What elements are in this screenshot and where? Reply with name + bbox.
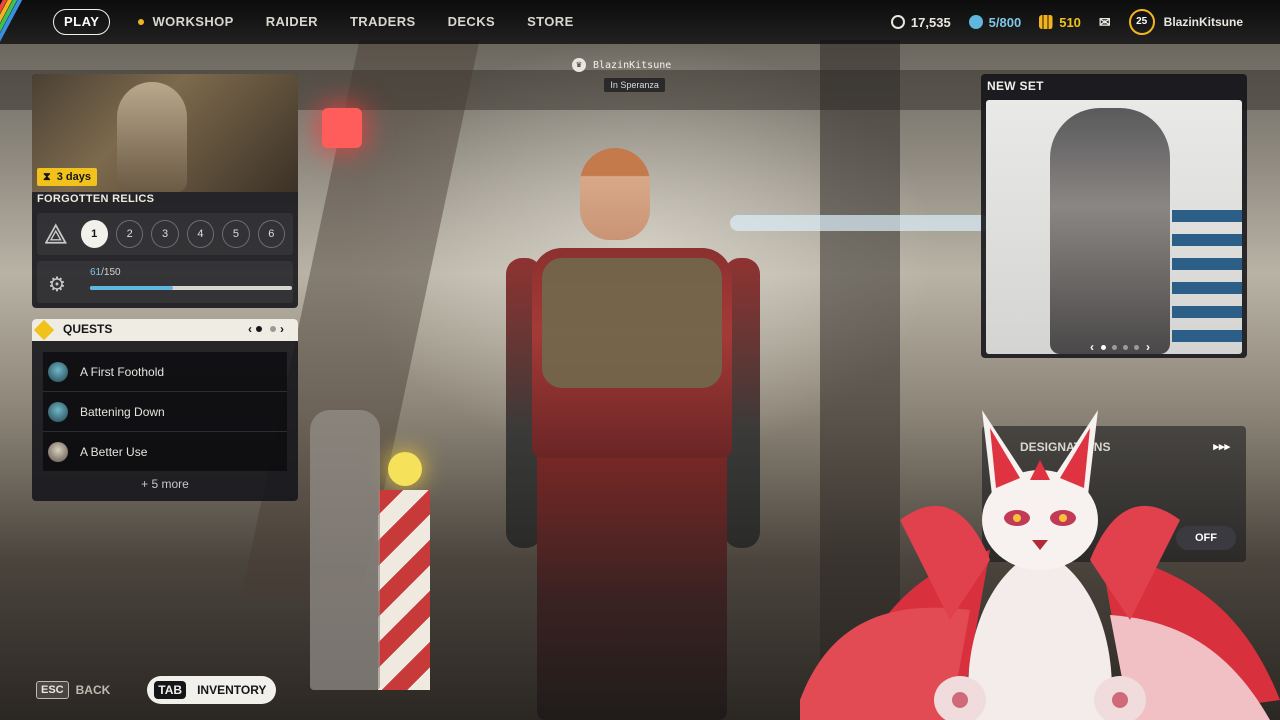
inventory-label: INVENTORY <box>197 683 267 697</box>
chevron-left-icon[interactable]: ‹ <box>1090 340 1094 354</box>
storage-value: 5/800 <box>988 14 1022 30</box>
progress-bar <box>90 286 292 290</box>
hourglass-icon: ⧗ <box>43 171 51 183</box>
timer-unit: days <box>65 171 91 183</box>
player-character <box>492 148 772 720</box>
quest-avatar-icon <box>48 441 68 462</box>
player-tag: ♛ BlazinKitsune In Speranza <box>572 58 671 93</box>
event-title: FORGOTTEN RELICS <box>37 193 155 205</box>
progress-text: 61/150 <box>90 267 121 278</box>
username[interactable]: BlazinKitsune <box>1164 15 1243 29</box>
character-head <box>580 148 650 240</box>
coins-stat[interactable]: 510 <box>1039 15 1081 30</box>
pager-dot-active <box>256 326 262 332</box>
progress-bar-fill <box>90 286 173 290</box>
coins-value: 510 <box>1059 14 1081 30</box>
timer-value: 3 <box>56 171 63 183</box>
inventory-button[interactable]: TAB INVENTORY <box>147 676 277 704</box>
play-button[interactable]: PLAY <box>53 8 111 35</box>
chevron-left-icon[interactable]: ‹ <box>248 322 252 336</box>
carousel-dot <box>1134 344 1139 350</box>
event-tiers: 1 2 3 4 5 6 <box>37 213 293 255</box>
rainbow-stripe-logo <box>0 0 46 44</box>
credits-icon <box>890 15 905 29</box>
chevron-right-icon[interactable]: › <box>280 322 284 336</box>
quest-diamond-icon <box>33 319 55 341</box>
nav-workshop[interactable]: WORKSHOP <box>138 14 233 29</box>
quest-avatar-icon <box>48 401 68 422</box>
new-set-panel[interactable]: NEW SET ‹ › <box>981 74 1247 358</box>
fox-mascot-overlay <box>800 410 1280 720</box>
nav-raider[interactable]: RAIDER <box>266 14 318 29</box>
tier-6[interactable]: 6 <box>257 220 286 248</box>
pager-dot <box>270 326 276 332</box>
nav-traders[interactable]: TRADERS <box>350 14 416 29</box>
nav-store[interactable]: STORE <box>527 14 574 29</box>
quests-panel: QUESTS ‹ › A First Foothold Battening Do… <box>32 319 298 501</box>
tier-2[interactable]: 2 <box>115 220 144 248</box>
nav-decks[interactable]: DECKS <box>448 14 496 29</box>
event-panel[interactable]: ⧗ 3 days FORGOTTEN RELICS 1 2 3 4 5 6 ⚙ … <box>32 74 298 308</box>
chevron-right-icon[interactable]: › <box>1146 340 1150 354</box>
quests-title: QUESTS <box>63 322 113 336</box>
mail-button[interactable]: ✉ <box>1099 14 1111 31</box>
carousel-dot <box>1123 344 1128 350</box>
player-level-badge: 25 <box>1128 9 1155 35</box>
carousel-dot <box>1112 344 1117 350</box>
quest-title: A First Foothold <box>80 364 165 379</box>
notification-dot-icon <box>138 18 145 25</box>
player-tag-name: BlazinKitsune <box>593 59 672 71</box>
tier-5[interactable]: 5 <box>222 220 250 248</box>
coins-icon <box>1039 15 1054 29</box>
quest-avatar-icon <box>48 361 68 382</box>
new-set-carousel: ‹ › <box>1090 340 1150 354</box>
tier-triangle-icon <box>45 223 67 244</box>
carousel-dot-active <box>1101 344 1106 350</box>
character-vest <box>542 258 722 388</box>
event-timer-badge: ⧗ 3 days <box>37 168 97 186</box>
mail-icon: ✉ <box>1098 13 1111 30</box>
quests-header: QUESTS ‹ › <box>32 319 298 341</box>
tier-3[interactable]: 3 <box>151 220 179 248</box>
top-navigation-bar: PLAY WORKSHOP RAIDER TRADERS DECKS STORE… <box>0 0 1280 44</box>
new-set-image: ‹ › <box>986 100 1242 354</box>
storage-icon <box>968 15 983 29</box>
esc-key[interactable]: ESC <box>36 681 69 699</box>
nav-workshop-label: WORKSHOP <box>152 14 234 29</box>
quests-pager: ‹ › <box>248 322 284 336</box>
quest-item[interactable]: A First Foothold <box>43 352 287 392</box>
tab-key: TAB <box>154 681 187 699</box>
quest-title: Battening Down <box>80 404 165 419</box>
back-button[interactable]: BACK <box>76 683 111 697</box>
bottom-controls: ESC BACK TAB INVENTORY <box>36 676 277 704</box>
credits-stat[interactable]: 17,535 <box>890 14 951 30</box>
new-set-label: NEW SET <box>987 79 1044 93</box>
quest-item[interactable]: A Better Use <box>43 432 287 471</box>
tier-1[interactable]: 1 <box>80 220 108 248</box>
tier-4[interactable]: 4 <box>186 220 215 248</box>
quest-item[interactable]: Battening Down <box>43 392 287 432</box>
quest-title: A Better Use <box>80 444 148 459</box>
player-location: In Speranza <box>604 78 665 92</box>
character-legs <box>537 448 727 720</box>
gear-icon: ⚙ <box>48 274 66 296</box>
event-progress: ⚙ 61/150 <box>37 261 293 303</box>
credits-value: 17,535 <box>910 14 951 30</box>
quest-list: A First Foothold Battening Down A Better… <box>43 352 287 471</box>
more-quests-link[interactable]: + 5 more <box>32 477 298 491</box>
crown-icon: ♛ <box>572 58 586 72</box>
storage-stat[interactable]: 5/800 <box>968 14 1022 30</box>
